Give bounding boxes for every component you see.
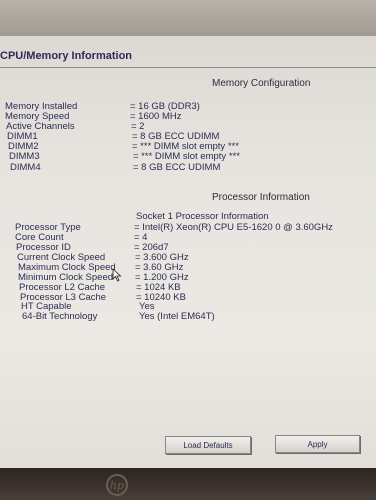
socket-heading: Socket 1 Processor Information bbox=[136, 211, 269, 222]
load-defaults-button[interactable]: Load Defaults bbox=[165, 436, 251, 454]
64bit-value: Yes (Intel EM64T) bbox=[139, 311, 215, 322]
mouse-pointer-icon bbox=[112, 268, 122, 282]
64bit-label: 64-Bit Technology bbox=[22, 311, 98, 322]
hp-logo: hp bbox=[106, 474, 128, 496]
dimm3-value: = *** DIMM slot empty *** bbox=[133, 151, 240, 162]
dimm3-label: DIMM3 bbox=[9, 151, 40, 162]
monitor-bezel-bottom bbox=[0, 468, 376, 500]
monitor-bezel-top bbox=[0, 0, 376, 36]
window-title-bar: CPU/Memory Information bbox=[0, 50, 376, 68]
dimm4-value: = 8 GB ECC UDIMM bbox=[133, 162, 221, 173]
memory-section-title: Memory Configuration bbox=[212, 78, 311, 89]
dimm4-label: DIMM4 bbox=[10, 162, 41, 173]
apply-button[interactable]: Apply bbox=[275, 435, 360, 453]
processor-section-title: Processor Information bbox=[212, 192, 310, 203]
processor-type-value: = Intel(R) Xeon(R) CPU E5-1620 0 @ 3.60G… bbox=[134, 222, 333, 233]
bios-screen: CPU/Memory Information Memory Configurat… bbox=[0, 36, 376, 468]
window-title: CPU/Memory Information bbox=[0, 50, 133, 62]
